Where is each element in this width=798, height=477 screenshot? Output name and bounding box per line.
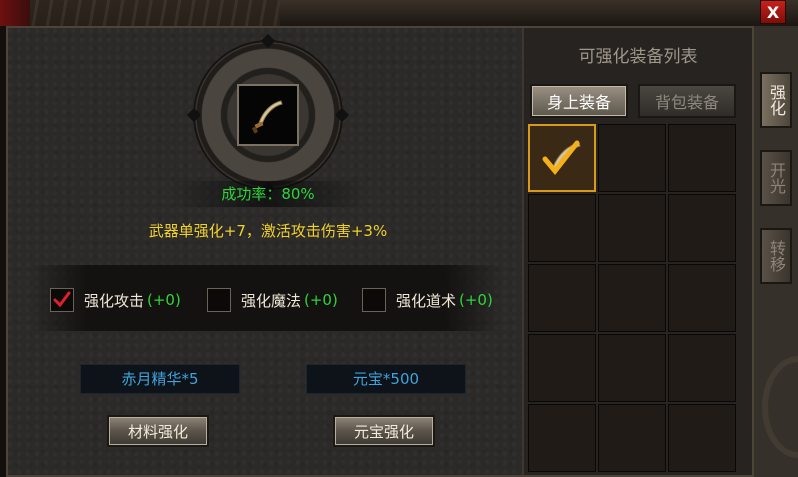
- upgrade-description: 武器单强化+7，激活攻击伤害+3%: [148, 222, 388, 240]
- option-magic[interactable]: 强化魔法 (+0): [207, 287, 338, 313]
- option-label: 强化攻击: [84, 291, 145, 310]
- grid-slot[interactable]: [598, 124, 666, 192]
- grid-slot[interactable]: [598, 404, 666, 472]
- grid-slot[interactable]: [668, 194, 736, 262]
- equipment-list-title: 可强化装备列表: [578, 47, 698, 67]
- equipment-list-panel: 可强化装备列表 身上装备 背包装备: [522, 28, 752, 475]
- option-bonus: (+0): [304, 291, 338, 309]
- grid-slot[interactable]: [528, 194, 596, 262]
- grid-slot[interactable]: [598, 264, 666, 332]
- enhance-options: 强化攻击 (+0) 强化魔法 (+0) 强化道术 (+0): [30, 265, 502, 331]
- option-label: 强化道术: [396, 291, 457, 310]
- grid-slot[interactable]: [528, 264, 596, 332]
- attack-checkbox[interactable]: [50, 288, 74, 312]
- side-tab-enhance[interactable]: 强化: [760, 72, 792, 128]
- tab-equipped[interactable]: 身上装备: [530, 84, 628, 118]
- medallion-spike: [334, 107, 350, 123]
- corner-ornament: [0, 0, 30, 26]
- equipment-grid: [528, 124, 740, 475]
- window-top-border: [0, 0, 798, 26]
- taoism-checkbox[interactable]: [362, 288, 386, 312]
- side-tab-transfer[interactable]: 转移: [760, 228, 792, 284]
- option-bonus: (+0): [147, 291, 181, 309]
- grid-slot[interactable]: [668, 124, 736, 192]
- grid-slot[interactable]: [598, 194, 666, 262]
- enhance-area: 成功率：80% 武器单强化+7，激活攻击伤害+3% 强化攻击 (+0) 强化魔法…: [8, 28, 522, 475]
- grid-slot[interactable]: [668, 334, 736, 402]
- target-item-slot[interactable]: [237, 84, 299, 146]
- grid-slot[interactable]: [528, 404, 596, 472]
- success-rate: 成功率：80%: [168, 181, 368, 207]
- close-button[interactable]: X: [760, 0, 786, 24]
- option-attack[interactable]: 强化攻击 (+0): [50, 287, 181, 313]
- dragon-ornament: [30, 0, 280, 26]
- tab-bag[interactable]: 背包装备: [638, 84, 736, 118]
- curved-blade-icon: [251, 100, 283, 134]
- side-tab-bar: 强化 开光 转移: [754, 26, 798, 477]
- magic-checkbox[interactable]: [207, 288, 231, 312]
- grid-slot[interactable]: [528, 124, 596, 192]
- grid-slot[interactable]: [668, 404, 736, 472]
- grid-slot[interactable]: [528, 334, 596, 402]
- gold-cost: 元宝*500: [306, 364, 466, 394]
- enhance-panel: 成功率：80% 武器单强化+7，激活攻击伤害+3% 强化攻击 (+0) 强化魔法…: [6, 26, 754, 477]
- medallion-spike: [186, 107, 202, 123]
- gold-enhance-button[interactable]: 元宝强化: [333, 415, 435, 447]
- option-taoism[interactable]: 强化道术 (+0): [362, 287, 493, 313]
- curved-blade-icon: [542, 140, 581, 175]
- side-tab-consecrate[interactable]: 开光: [760, 150, 792, 206]
- grid-slot[interactable]: [668, 264, 736, 332]
- option-label: 强化魔法: [241, 291, 302, 310]
- medallion-spike: [260, 33, 276, 49]
- material-cost: 赤月精华*5: [80, 364, 240, 394]
- option-bonus: (+0): [459, 291, 493, 309]
- grid-slot[interactable]: [598, 334, 666, 402]
- red-check-icon: [53, 291, 71, 308]
- material-enhance-button[interactable]: 材料强化: [107, 415, 209, 447]
